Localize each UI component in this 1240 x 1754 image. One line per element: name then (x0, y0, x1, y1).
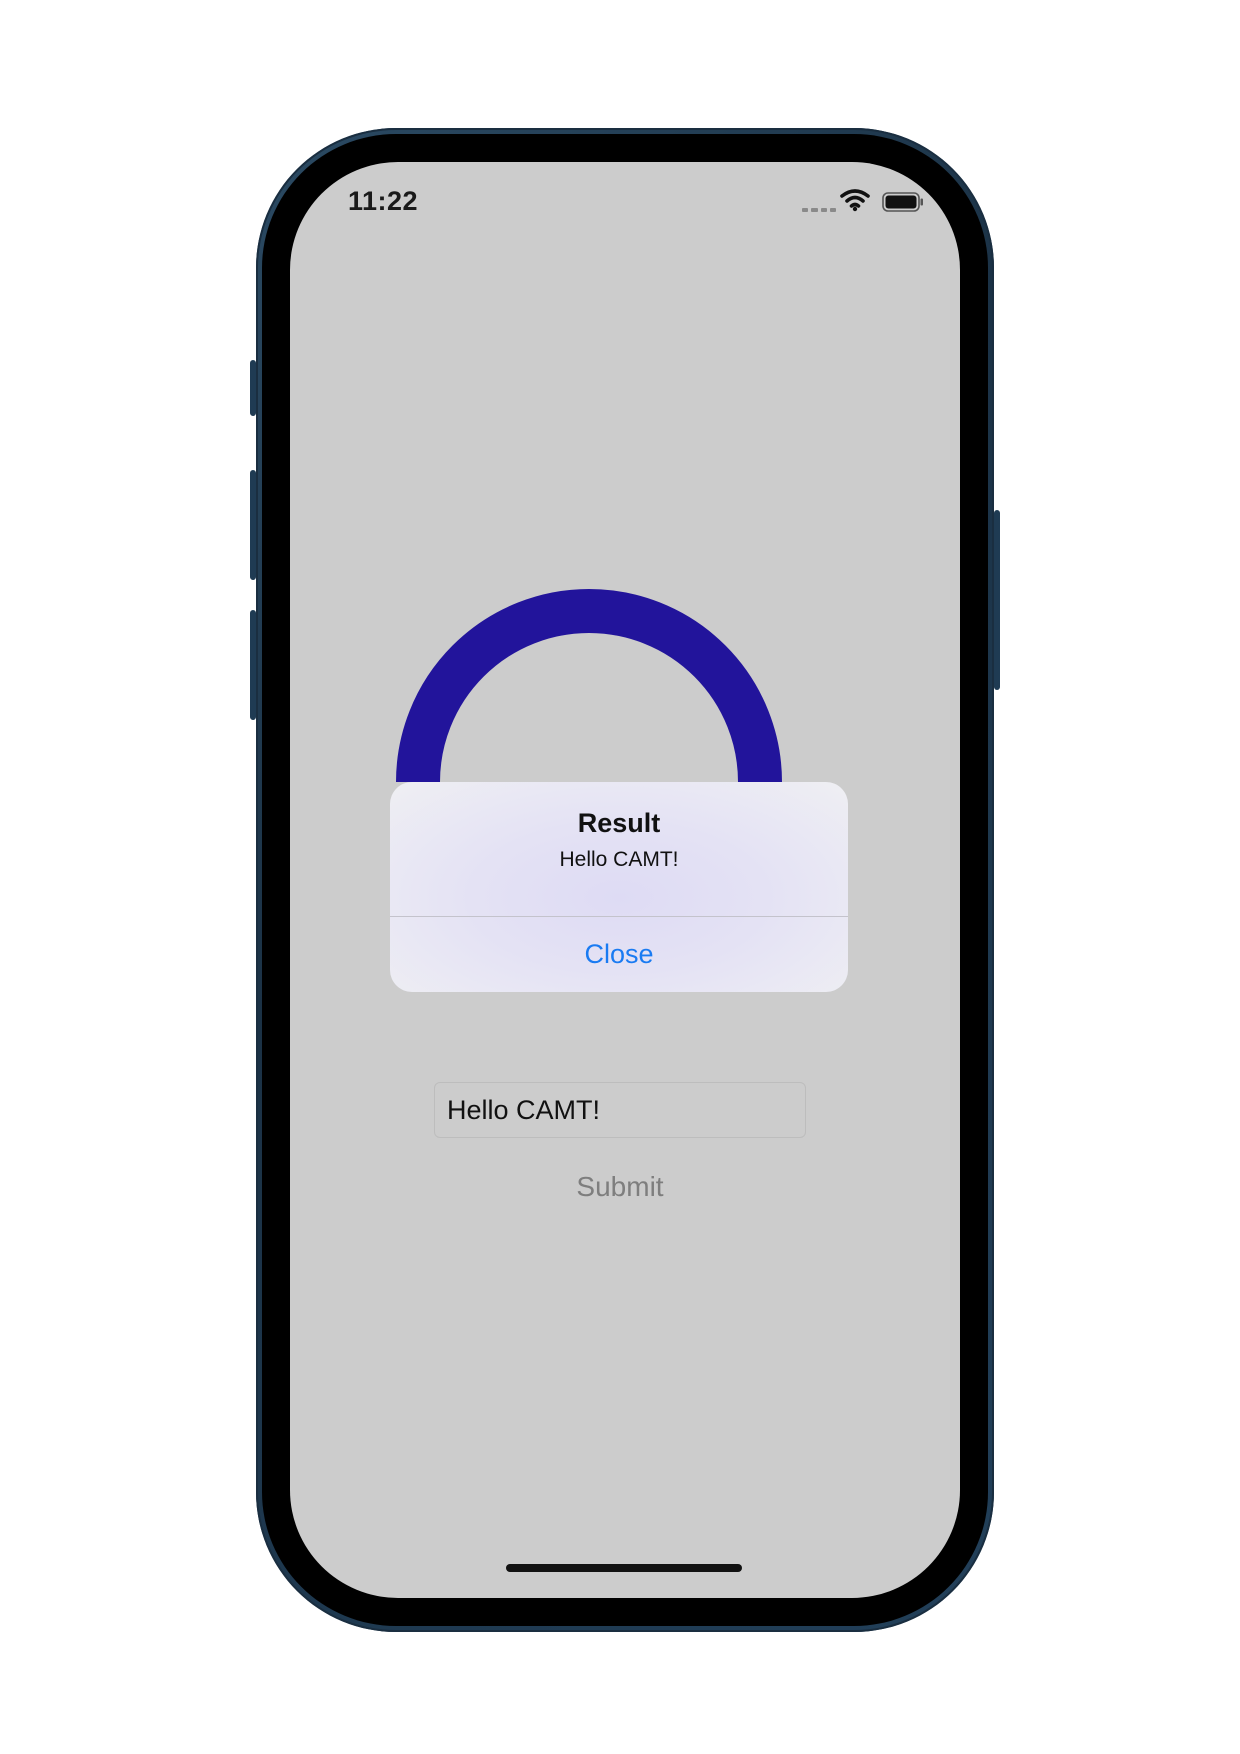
text-input-value: Hello CAMT! (447, 1094, 601, 1125)
home-indicator (506, 1564, 742, 1572)
power-button (994, 510, 1000, 690)
close-button[interactable]: Close (390, 917, 848, 992)
text-input[interactable]: Hello CAMT! (434, 1082, 806, 1138)
phone-screen: 11:22 Result Hello CAMT! Close Hello CAM… (290, 162, 960, 1598)
alert-title: Result (577, 808, 661, 838)
page: 11:22 Result Hello CAMT! Close Hello CAM… (0, 0, 1240, 1754)
alert-dialog: Result Hello CAMT! Close (390, 782, 848, 992)
alert-message: Hello CAMT! (559, 848, 679, 871)
submit-button[interactable]: Submit (490, 1162, 750, 1212)
